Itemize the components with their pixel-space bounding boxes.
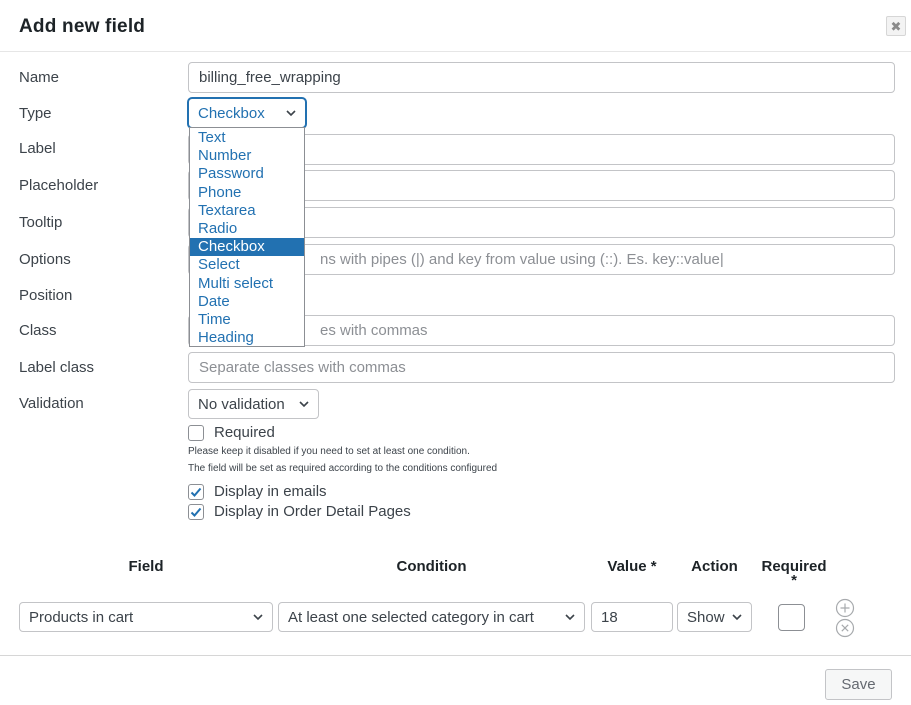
label-class-input[interactable]: Separate classes with commas bbox=[188, 352, 895, 383]
checkmark-icon bbox=[190, 507, 202, 517]
display-order-row: Display in Order Detail Pages bbox=[188, 503, 411, 520]
type-option-phone[interactable]: Phone bbox=[190, 184, 304, 202]
type-option-password[interactable]: Password bbox=[190, 165, 304, 183]
type-select-value: Checkbox bbox=[198, 104, 265, 122]
required-row: Required bbox=[188, 424, 275, 441]
options-placeholder: ns with pipes (|) and key from value usi… bbox=[320, 251, 724, 268]
type-option-textarea[interactable]: Textarea bbox=[190, 202, 304, 220]
label-class-label: Label class bbox=[19, 359, 95, 376]
type-select[interactable]: Checkbox bbox=[188, 98, 306, 128]
col-header-field: Field bbox=[128, 558, 164, 575]
display-order-checkbox[interactable] bbox=[188, 503, 204, 520]
chevron-down-icon bbox=[253, 614, 263, 621]
required-note-1: Please keep it disabled if you need to s… bbox=[188, 446, 470, 457]
chevron-down-icon bbox=[565, 614, 575, 621]
display-emails-row: Display in emails bbox=[188, 483, 327, 500]
type-option-checkbox[interactable]: Checkbox bbox=[190, 238, 304, 257]
validation-select-value: No validation bbox=[198, 395, 285, 413]
type-option-date[interactable]: Date bbox=[190, 293, 304, 311]
placeholder-label: Placeholder bbox=[19, 177, 99, 194]
type-option-text[interactable]: Text bbox=[190, 129, 304, 147]
chevron-down-icon bbox=[299, 401, 309, 408]
col-header-value: Value * bbox=[607, 558, 657, 575]
type-option-number[interactable]: Number bbox=[190, 147, 304, 165]
col-header-required-star: * bbox=[791, 572, 797, 589]
close-icon[interactable]: ✖ bbox=[886, 16, 906, 36]
col-header-condition: Condition bbox=[396, 558, 467, 575]
dialog-header: Add new field ✖ bbox=[0, 0, 911, 52]
required-checkbox[interactable] bbox=[188, 424, 204, 441]
dialog-title: Add new field bbox=[19, 16, 146, 37]
add-condition-icon[interactable] bbox=[835, 598, 855, 618]
chevron-down-icon bbox=[732, 614, 742, 621]
validation-label: Validation bbox=[19, 395, 84, 412]
class-placeholder: es with commas bbox=[320, 322, 428, 339]
type-option-radio[interactable]: Radio bbox=[190, 220, 304, 238]
label-class-placeholder: Separate classes with commas bbox=[199, 359, 406, 376]
type-label: Type bbox=[19, 105, 52, 122]
condition-action-select[interactable]: Show bbox=[677, 602, 752, 632]
display-emails-label: Display in emails bbox=[214, 483, 327, 500]
position-label: Position bbox=[19, 287, 73, 304]
condition-value-input[interactable]: 18 bbox=[591, 602, 673, 632]
type-option-select[interactable]: Select bbox=[190, 256, 304, 274]
condition-required-checkbox[interactable] bbox=[778, 604, 805, 631]
tooltip-label: Tooltip bbox=[19, 214, 63, 231]
required-note-2: The field will be set as required accord… bbox=[188, 463, 498, 474]
type-option-heading[interactable]: Heading bbox=[190, 329, 304, 347]
name-value: billing_free_wrapping bbox=[199, 69, 341, 86]
condition-action-value: Show bbox=[687, 608, 725, 626]
remove-condition-icon[interactable] bbox=[835, 618, 855, 638]
display-order-label: Display in Order Detail Pages bbox=[214, 503, 411, 520]
label-label: Label bbox=[19, 140, 56, 157]
condition-type-select[interactable]: At least one selected category in cart bbox=[278, 602, 585, 632]
checkmark-icon bbox=[190, 487, 202, 497]
options-label: Options bbox=[19, 251, 71, 268]
chevron-down-icon bbox=[286, 110, 296, 117]
type-option-multi-select[interactable]: Multi select bbox=[190, 275, 304, 293]
col-header-required: Required * bbox=[754, 558, 834, 589]
save-button[interactable]: Save bbox=[825, 669, 892, 700]
condition-field-select[interactable]: Products in cart bbox=[19, 602, 273, 632]
condition-value: 18 bbox=[601, 608, 618, 626]
footer-divider bbox=[0, 655, 911, 656]
condition-field-value: Products in cart bbox=[29, 608, 134, 626]
required-label: Required bbox=[214, 424, 275, 441]
name-label: Name bbox=[19, 69, 60, 86]
class-label: Class bbox=[19, 322, 57, 339]
display-emails-checkbox[interactable] bbox=[188, 483, 204, 500]
name-input[interactable]: billing_free_wrapping bbox=[188, 62, 895, 93]
type-dropdown-list: Text Number Password Phone Textarea Radio Chec… bbox=[189, 127, 305, 347]
validation-select[interactable]: No validation bbox=[188, 389, 319, 419]
type-option-time[interactable]: Time bbox=[190, 311, 304, 329]
col-header-action: Action bbox=[691, 558, 738, 575]
condition-type-value: At least one selected category in cart bbox=[288, 608, 534, 626]
